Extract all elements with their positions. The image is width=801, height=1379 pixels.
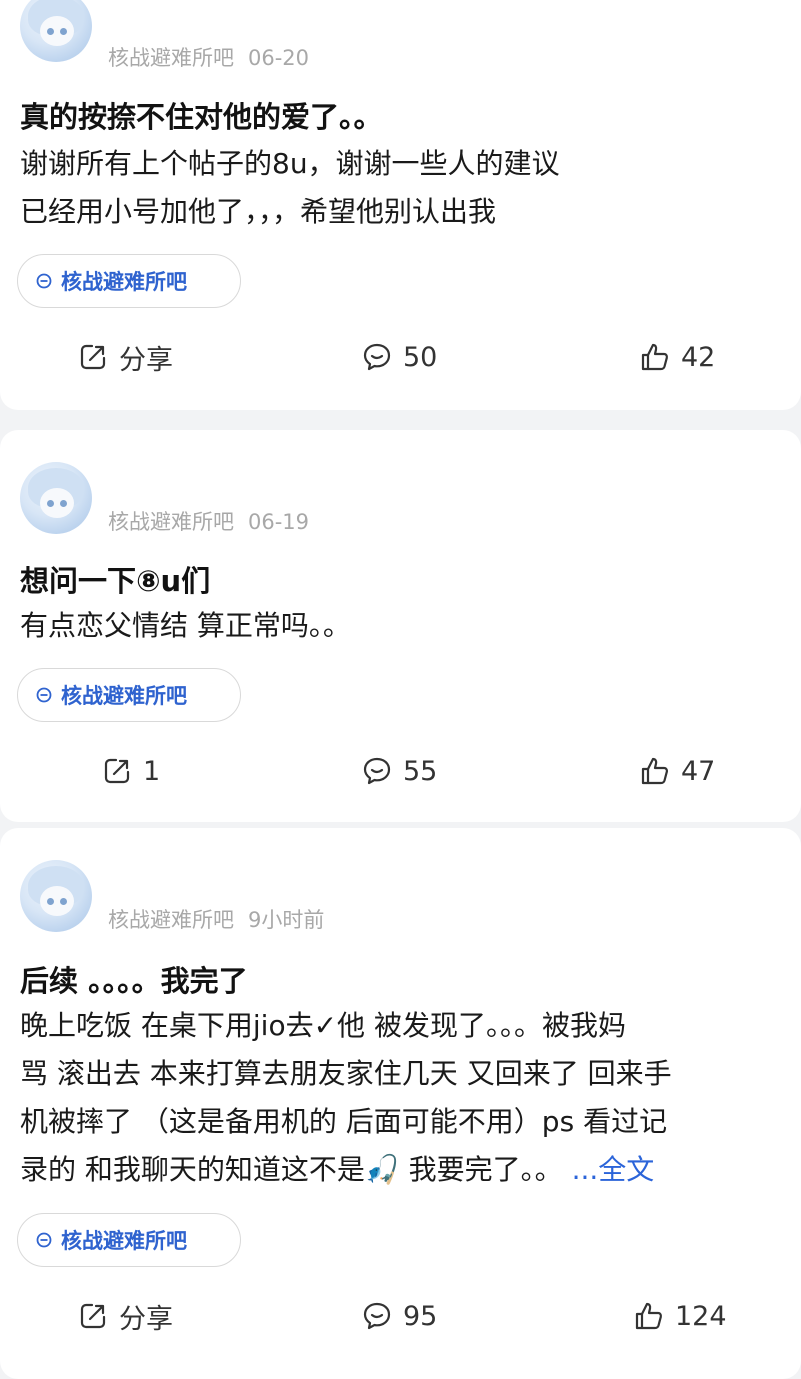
post-body[interactable]: 谢谢所有上个帖子的8u，谢谢一些人的建议 已经用小号加他了，，，希望他别认出我 [20,140,790,236]
avatar[interactable] [20,0,92,62]
post-meta: 核战避难所吧 06-20 [108,42,309,72]
author-name[interactable]: 核战避难所吧 [108,510,234,534]
post-card[interactable]: 核战避难所吧 9小时前 后续 。。。。我完了 晚上吃饭 在桌下用jio去✓他 被发… [0,828,801,1379]
forum-tag-label: 核战避难所吧 [61,1229,187,1253]
post-body[interactable]: 有点恋父情结 算正常吗。。 [20,602,790,650]
share-label: 分享 [119,344,173,376]
post-title[interactable]: 后续 。。。。我完了 [20,958,248,1000]
share-button[interactable]: 分享 [78,332,173,382]
like-count: 124 [675,1300,727,1332]
forum-tag-button[interactable]: 核战避难所吧 [17,668,241,722]
author-name[interactable]: 核战避难所吧 [108,46,234,70]
forum-tag-button[interactable]: 核战避难所吧 [17,1213,241,1267]
post-actions: 分享 50 42 [0,332,801,382]
thumbs-up-icon [641,343,669,371]
comment-count: 55 [403,755,438,787]
post-feed: 核战避难所吧 06-20 真的按捺不住对他的爱了。。 谢谢所有上个帖子的8u，谢谢… [0,0,801,1379]
post-date: 9小时前 [248,908,325,932]
comment-button[interactable]: 50 [362,332,437,382]
post-title[interactable]: 真的按捺不住对他的爱了。。 [20,94,383,136]
comment-button[interactable]: 55 [362,746,437,796]
comment-count: 50 [403,341,438,373]
body-line: 有点恋父情结 算正常吗。。 [20,609,351,642]
share-count: 1 [143,755,161,787]
share-icon [80,344,106,370]
body-line: 谢谢所有上个帖子的8u，谢谢一些人的建议 [20,147,560,180]
like-button[interactable]: 124 [634,1291,727,1341]
post-meta: 核战避难所吧 06-19 [108,506,309,536]
like-count: 47 [681,755,716,787]
body-line: 已经用小号加他了，，，希望他别认出我 [20,195,497,228]
post-card[interactable]: 核战避难所吧 06-20 真的按捺不住对他的爱了。。 谢谢所有上个帖子的8u，谢谢… [0,0,801,410]
forum-icon [36,273,52,289]
author-name[interactable]: 核战避难所吧 [108,908,234,932]
body-line: 机被摔了 （这是备用机的 后面可能不用）ps 看过记 [20,1105,668,1138]
comment-icon [363,757,391,785]
forum-icon [36,687,52,703]
like-count: 42 [681,341,716,373]
thumbs-up-icon [635,1302,663,1330]
post-meta: 核战避难所吧 9小时前 [108,904,324,934]
body-line: 骂 滚出去 本来打算去朋友家住几天 又回来了 回来手 [20,1057,672,1090]
comment-icon [363,1302,391,1330]
share-button[interactable]: 分享 [78,1291,173,1341]
post-date: 06-20 [248,46,310,70]
share-icon [80,1303,106,1329]
like-button[interactable]: 42 [640,332,715,382]
post-card[interactable]: 核战避难所吧 06-19 想问一下⑧u们 有点恋父情结 算正常吗。。 核战避难所吧… [0,430,801,822]
post-actions: 1 55 47 [0,746,801,796]
thumbs-up-icon [641,757,669,785]
comment-icon [363,343,391,371]
post-title[interactable]: 想问一下⑧u们 [20,558,210,600]
forum-tag-button[interactable]: 核战避难所吧 [17,254,241,308]
forum-icon [36,1232,52,1248]
post-date: 06-19 [248,510,310,534]
body-line: 晚上吃饭 在桌下用jio去✓他 被发现了。。。被我妈 [20,1009,626,1042]
share-label: 分享 [119,1303,173,1335]
avatar[interactable] [20,860,92,932]
share-button[interactable]: 1 [102,746,160,796]
forum-tag-label: 核战避难所吧 [61,270,187,294]
like-button[interactable]: 47 [640,746,715,796]
post-actions: 分享 95 124 [0,1291,801,1341]
avatar[interactable] [20,462,92,534]
comment-button[interactable]: 95 [362,1291,437,1341]
body-line-last: 录的 和我聊天的知道这不是🎣 我要完了。。 ...全文 [20,1146,790,1194]
share-icon [104,758,130,784]
comment-count: 95 [403,1300,438,1332]
body-line: 录的 和我聊天的知道这不是🎣 我要完了。。 [20,1153,563,1186]
post-body[interactable]: 晚上吃饭 在桌下用jio去✓他 被发现了。。。被我妈 骂 滚出去 本来打算去朋友… [20,1002,790,1194]
read-more-link[interactable]: ...全文 [572,1153,655,1186]
forum-tag-label: 核战避难所吧 [61,684,187,708]
